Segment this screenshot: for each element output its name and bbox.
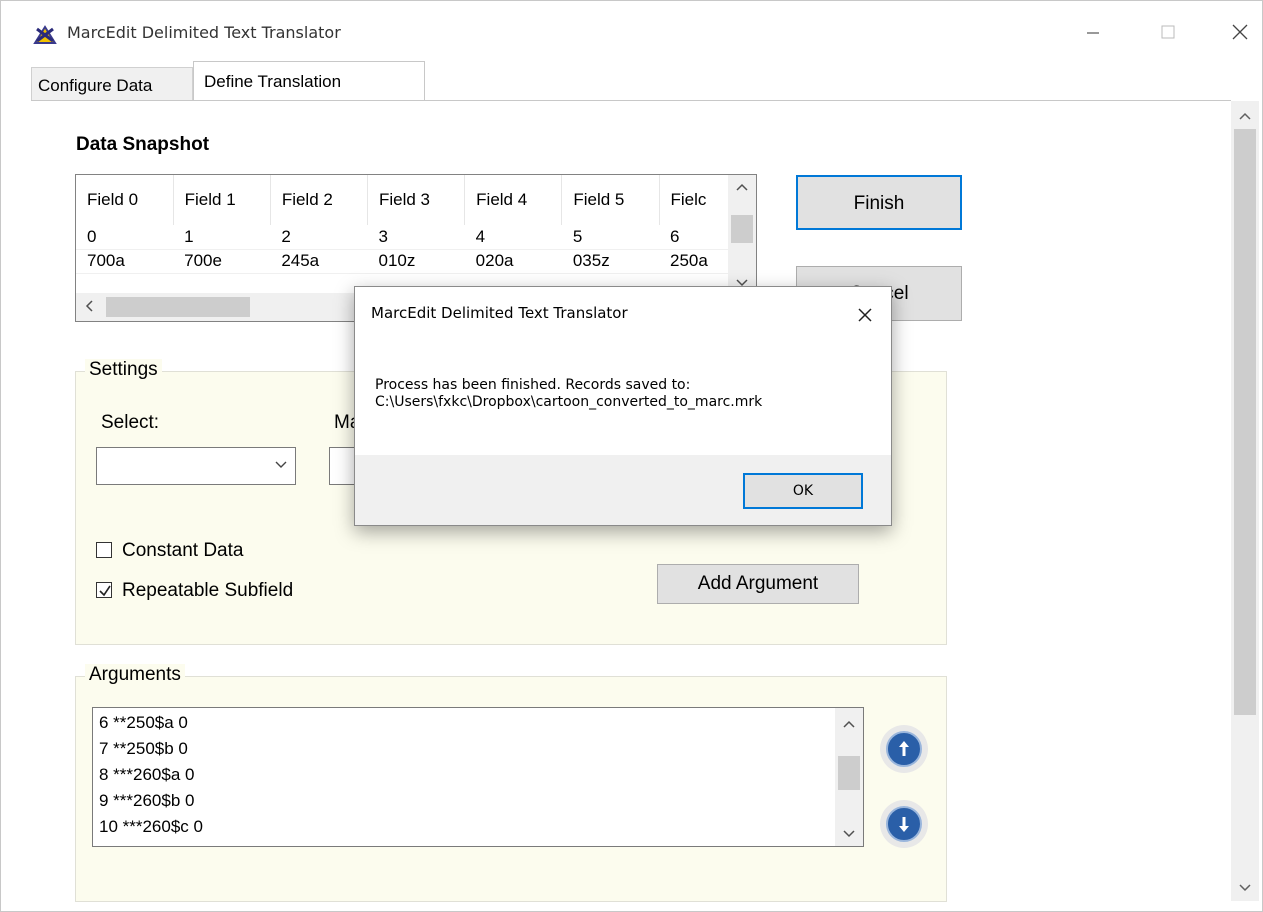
dialog-message-line2: C:\Users\fxkc\Dropbox\cartoon_converted_… <box>375 394 763 410</box>
checkmark-icon <box>99 585 111 597</box>
marcedit-app-icon <box>33 23 57 45</box>
column-header[interactable]: Field 2 <box>270 175 368 225</box>
dialog-message-line1: Process has been finished. Records saved… <box>375 377 691 393</box>
grid-vertical-scrollbar[interactable] <box>728 175 756 293</box>
list-item[interactable]: 7 **250$b 0 <box>99 736 188 762</box>
constant-data-checkbox[interactable]: Constant Data <box>96 540 243 562</box>
tab-define-translation[interactable]: Define Translation <box>193 61 425 101</box>
table-cell: 1 <box>173 225 271 250</box>
table-cell: 035z <box>561 249 659 274</box>
column-header[interactable]: Field 4 <box>464 175 563 225</box>
repeatable-subfield-checkbox[interactable]: Repeatable Subfield <box>96 580 293 602</box>
repeatable-subfield-label: Repeatable Subfield <box>122 580 294 601</box>
page-vertical-scrollbar[interactable] <box>1231 101 1259 901</box>
move-up-button[interactable] <box>880 725 928 773</box>
table-cell: 245a <box>270 249 368 274</box>
table-header-row: Field 0 Field 1 Field 2 Field 3 Field 4 … <box>76 175 756 225</box>
scroll-up-arrow-icon[interactable] <box>1231 101 1259 129</box>
checkbox-box[interactable] <box>96 582 112 598</box>
chevron-up-icon[interactable] <box>843 716 855 731</box>
arguments-list[interactable]: 6 **250$a 0 7 **250$b 0 8 ***260$a 0 9 *… <box>92 707 864 847</box>
dialog-close-button[interactable] <box>851 301 879 329</box>
checkbox-box[interactable] <box>96 542 112 558</box>
table-row[interactable]: 700a 700e 245a 010z 020a 035z 250a <box>76 249 756 274</box>
arguments-scrollbar[interactable] <box>835 708 863 846</box>
finish-button[interactable]: Finish <box>796 175 962 230</box>
table-cell: 3 <box>367 225 465 250</box>
table-row[interactable]: 0 1 2 3 4 5 6 <box>76 225 756 250</box>
maximize-icon <box>1161 25 1175 39</box>
scroll-thumb[interactable] <box>1234 129 1256 715</box>
add-argument-button[interactable]: Add Argument <box>657 564 859 604</box>
table-cell: 0 <box>76 225 174 250</box>
arguments-group-label: Arguments <box>85 664 185 686</box>
column-header[interactable]: Field 5 <box>561 175 660 225</box>
tab-configure-data[interactable]: Configure Data <box>31 67 193 101</box>
list-item[interactable]: 8 ***260$a 0 <box>99 762 194 788</box>
list-item[interactable]: 10 ***260$c 0 <box>99 814 203 840</box>
column-header[interactable]: Field 3 <box>367 175 466 225</box>
arguments-scroll-thumb[interactable] <box>838 756 860 790</box>
snapshot-table: Field 0 Field 1 Field 2 Field 3 Field 4 … <box>76 175 756 274</box>
table-cell: 5 <box>561 225 659 250</box>
table-cell: 4 <box>464 225 562 250</box>
main-window: MarcEdit Delimited Text Translator Confi… <box>0 0 1263 912</box>
minimize-button[interactable] <box>1073 15 1113 49</box>
select-label: Select: <box>101 412 160 433</box>
close-icon <box>1232 24 1248 40</box>
settings-group-label: Settings <box>85 359 162 381</box>
chevron-down-icon[interactable] <box>275 457 287 473</box>
list-item[interactable]: 9 ***260$b 0 <box>99 788 194 814</box>
chevron-down-icon[interactable] <box>843 826 855 841</box>
list-item[interactable]: 6 **250$a 0 <box>99 710 188 736</box>
arrow-up-icon <box>886 731 922 767</box>
table-cell: 2 <box>270 225 368 250</box>
minimize-icon <box>1087 32 1099 34</box>
close-button[interactable] <box>1221 15 1261 49</box>
select-dropdown[interactable] <box>96 447 296 485</box>
completion-dialog: MarcEdit Delimited Text Translator Proce… <box>354 286 892 526</box>
ok-button[interactable]: OK <box>743 473 863 509</box>
table-cell: 010z <box>367 249 465 274</box>
constant-data-label: Constant Data <box>122 540 244 561</box>
data-snapshot-title: Data Snapshot <box>76 134 210 155</box>
maximize-button[interactable] <box>1149 15 1189 49</box>
move-down-button[interactable] <box>880 800 928 848</box>
window-title: MarcEdit Delimited Text Translator <box>67 23 341 42</box>
close-icon <box>858 308 872 322</box>
grid-horizontal-thumb[interactable] <box>106 297 250 317</box>
dialog-footer: OK <box>355 455 891 525</box>
grid-vertical-thumb[interactable] <box>731 215 753 243</box>
column-header[interactable]: Field 0 <box>76 175 174 225</box>
table-cell: 700a <box>76 249 174 274</box>
arrow-down-icon <box>886 806 922 842</box>
table-cell: 700e <box>173 249 271 274</box>
column-header[interactable]: Field 1 <box>173 175 271 225</box>
tab-strip: Configure Data Define Translation <box>31 61 1231 101</box>
dialog-message: Process has been finished. Records saved… <box>375 377 762 411</box>
chevron-left-icon[interactable] <box>85 300 93 315</box>
title-bar[interactable]: MarcEdit Delimited Text Translator <box>1 1 1262 63</box>
scroll-down-arrow-icon[interactable] <box>1231 873 1259 901</box>
chevron-up-icon[interactable] <box>736 179 748 194</box>
table-cell: 020a <box>464 249 562 274</box>
dialog-title: MarcEdit Delimited Text Translator <box>371 304 628 322</box>
